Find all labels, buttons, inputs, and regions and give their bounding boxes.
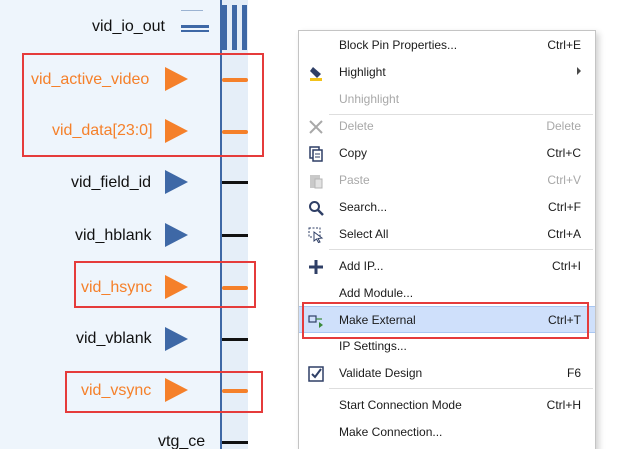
menu-item-search[interactable]: Search... Ctrl+F: [299, 194, 595, 221]
bus-pin-tick: [181, 10, 203, 11]
menu-separator: [329, 388, 593, 389]
pin-label-vid-hblank[interactable]: vid_hblank: [75, 227, 152, 245]
menu-item-make-connection[interactable]: Make Connection...: [299, 419, 595, 446]
menu-item-delete[interactable]: Delete Delete: [299, 113, 595, 140]
annotation-box-make-external: [302, 302, 589, 339]
menu-separator: [329, 249, 593, 250]
pin-label-vid-vblank[interactable]: vid_vblank: [76, 330, 152, 348]
menu-item-block-pin-properties[interactable]: Block Pin Properties... Ctrl+E: [299, 32, 595, 59]
delete-icon: [309, 120, 323, 134]
pin-wire-vtg-ce[interactable]: [222, 441, 248, 444]
submenu-arrow-icon: [577, 67, 581, 75]
paste-icon: [310, 175, 323, 189]
pin-label-vtg-ce[interactable]: vtg_ce: [158, 433, 205, 449]
bus-wire-1[interactable]: [222, 5, 227, 50]
highlight-icon: [310, 67, 322, 81]
pin-label-vid-field-id[interactable]: vid_field_id: [71, 174, 151, 192]
menu-item-copy[interactable]: Copy Ctrl+C: [299, 140, 595, 167]
bus-pin-symbol-lower: [181, 30, 209, 32]
search-icon: [309, 201, 324, 216]
pin-wire-vid-hblank[interactable]: [222, 234, 248, 237]
add-icon: [309, 260, 323, 274]
bus-pin-symbol[interactable]: [181, 25, 209, 28]
pin-arrow-icon[interactable]: [165, 223, 188, 247]
context-menu[interactable]: Block Pin Properties... Ctrl+E Highlight…: [298, 30, 596, 449]
annotation-box-vsync: [65, 371, 263, 413]
pin-label-vid-io-out[interactable]: vid_io_out: [92, 18, 165, 36]
validate-icon: [308, 366, 324, 382]
annotation-box-hsync: [74, 261, 256, 308]
menu-item-select-all[interactable]: Select All Ctrl+A: [299, 221, 595, 248]
menu-item-start-connection-mode[interactable]: Start Connection Mode Ctrl+H: [299, 392, 595, 419]
copy-icon: [309, 146, 323, 162]
pin-arrow-icon[interactable]: [165, 170, 188, 194]
menu-item-paste[interactable]: Paste Ctrl+V: [299, 167, 595, 194]
select-all-icon: [308, 227, 324, 244]
bus-wire-2[interactable]: [232, 5, 237, 50]
menu-item-add-ip[interactable]: Add IP... Ctrl+I: [299, 253, 595, 280]
menu-item-validate-design[interactable]: Validate Design F6: [299, 360, 595, 387]
bus-wire-3[interactable]: [242, 5, 247, 50]
menu-item-unhighlight[interactable]: Unhighlight: [299, 86, 595, 113]
pin-arrow-icon[interactable]: [165, 327, 188, 351]
pin-wire-vid-field-id[interactable]: [222, 181, 248, 184]
annotation-box-active-video-data: [22, 53, 264, 157]
menu-item-highlight[interactable]: Highlight: [299, 59, 595, 86]
pin-wire-vid-vblank[interactable]: [222, 338, 248, 341]
